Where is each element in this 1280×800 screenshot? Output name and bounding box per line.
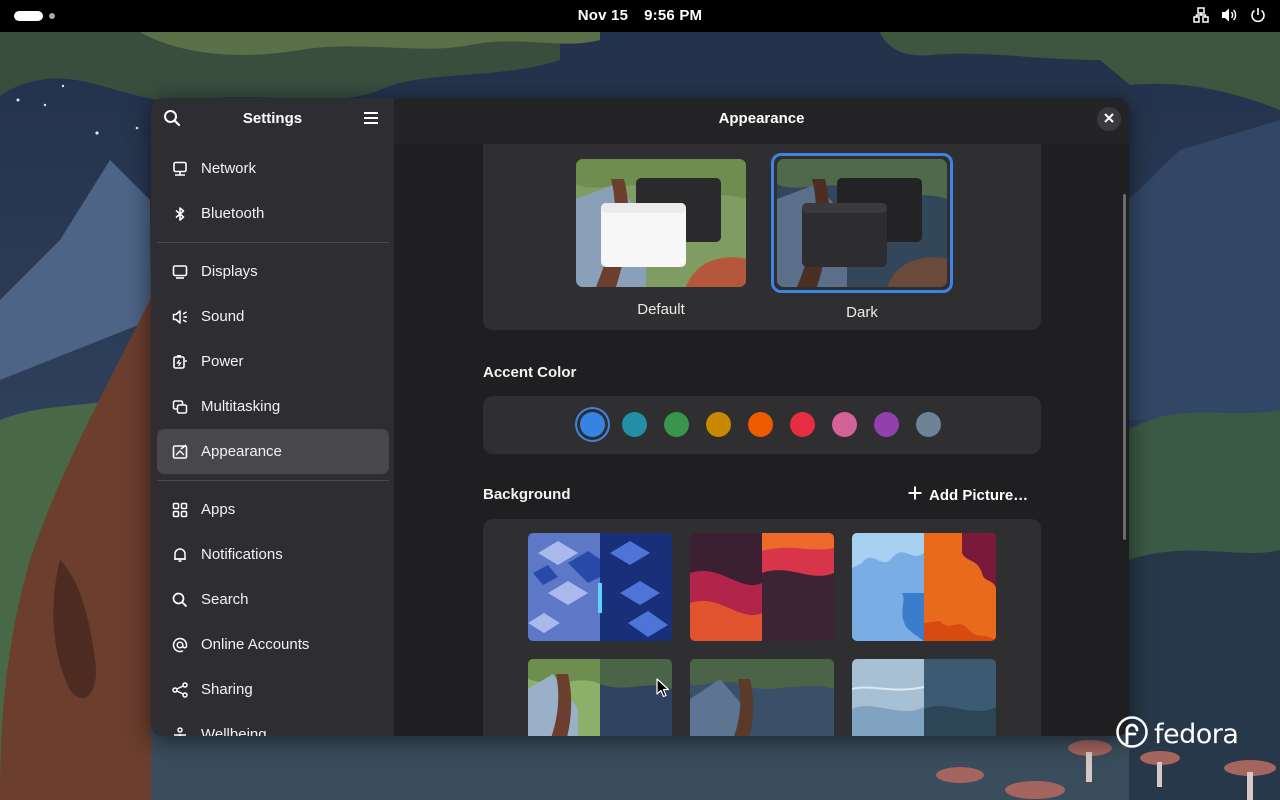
sidebar-list: Network Bluetooth Displays Sound Power M… <box>157 146 389 736</box>
style-option-label: Default <box>637 301 685 318</box>
appearance-scroll-area[interactable]: Default Dark Accent Color Background Add… <box>394 144 1129 736</box>
sidebar-title: Settings <box>242 110 303 127</box>
background-thumbnail[interactable] <box>528 533 672 641</box>
sidebar-item-sound[interactable]: Sound <box>157 294 389 339</box>
accent-swatch-slate[interactable] <box>916 412 941 437</box>
close-icon <box>1104 110 1114 128</box>
sidebar-item-label: Multitasking <box>201 398 281 415</box>
accent-swatch-orange[interactable] <box>748 412 773 437</box>
search-icon <box>172 592 188 608</box>
page-title: Appearance <box>718 110 805 127</box>
settings-window: Settings Network Bluetooth Displays Soun… <box>151 98 1129 736</box>
bluetooth-icon <box>172 206 188 222</box>
sidebar-header: Settings <box>151 98 394 140</box>
fedora-logo: fedora <box>1116 716 1239 753</box>
sidebar-item-label: Power <box>201 353 244 370</box>
clock-date: Nov 15 <box>577 7 629 24</box>
sidebar-item-displays[interactable]: Displays <box>157 249 389 294</box>
sidebar-item-label: Online Accounts <box>201 636 310 653</box>
accent-swatch-green[interactable] <box>664 412 689 437</box>
background-gallery-card <box>483 519 1041 736</box>
accent-color-card <box>483 396 1041 454</box>
sidebar-item-wellbeing[interactable]: Wellbeing <box>157 712 389 736</box>
sidebar-item-label: Network <box>201 160 257 177</box>
background-thumbnail[interactable] <box>528 659 672 736</box>
sidebar-item-search[interactable]: Search <box>157 577 389 622</box>
background-thumbnail[interactable] <box>852 533 996 641</box>
appearance-page: Default Dark Accent Color Background Add… <box>394 98 1129 736</box>
display-icon <box>172 264 188 280</box>
accent-swatch-red[interactable] <box>790 412 815 437</box>
sidebar-item-multitasking[interactable]: Multitasking <box>157 384 389 429</box>
style-dark-preview <box>777 159 947 287</box>
background-heading: Background <box>483 486 571 503</box>
fedora-logo-text: fedora <box>1154 719 1239 750</box>
sidebar-item-label: Displays <box>201 263 258 280</box>
appearance-icon <box>172 443 188 460</box>
apps-grid-icon <box>172 502 188 518</box>
sidebar-item-label: Sharing <box>201 681 253 698</box>
accent-swatch-teal[interactable] <box>622 412 647 437</box>
accent-color-heading: Accent Color <box>483 364 577 381</box>
network-wired-icon <box>1193 7 1209 23</box>
sidebar-item-label: Apps <box>201 501 236 518</box>
sidebar-item-bluetooth[interactable]: Bluetooth <box>157 191 389 236</box>
style-option-default[interactable]: Default <box>576 159 746 318</box>
top-bar: Nov 15 9:56 PM <box>0 0 1280 32</box>
add-picture-button[interactable]: Add Picture… <box>907 485 1028 505</box>
accent-swatch-purple[interactable] <box>874 412 899 437</box>
sidebar-item-label: Search <box>201 591 249 608</box>
sidebar-separator <box>157 242 389 243</box>
wellbeing-icon <box>172 726 188 736</box>
clock[interactable]: Nov 15 9:56 PM <box>0 7 1280 24</box>
sidebar: Settings Network Bluetooth Displays Soun… <box>151 98 394 736</box>
sidebar-item-notifications[interactable]: Notifications <box>157 532 389 577</box>
multitasking-icon <box>172 399 188 415</box>
sidebar-item-appearance[interactable]: Appearance <box>157 429 389 474</box>
battery-icon <box>172 354 188 370</box>
power-icon <box>1250 7 1266 23</box>
mouse-cursor-icon <box>656 678 670 703</box>
accent-swatch-yellow[interactable] <box>706 412 731 437</box>
speaker-icon <box>172 309 188 325</box>
network-icon <box>172 161 188 177</box>
style-dark-preview-frame <box>771 153 953 293</box>
sidebar-separator <box>157 480 389 481</box>
plus-icon <box>907 485 923 505</box>
background-thumbnail[interactable] <box>852 659 996 736</box>
clock-time: 9:56 PM <box>644 7 703 24</box>
style-option-label: Dark <box>846 304 878 321</box>
sidebar-item-label: Bluetooth <box>201 205 265 222</box>
share-icon <box>172 681 188 698</box>
style-default-preview <box>576 159 746 287</box>
sidebar-item-sharing[interactable]: Sharing <box>157 667 389 712</box>
bell-icon <box>172 547 188 563</box>
fedora-logo-icon <box>1116 716 1148 753</box>
background-thumbnail[interactable] <box>690 659 834 736</box>
sidebar-item-label: Wellbeing <box>201 726 267 736</box>
background-thumbnail[interactable] <box>690 533 834 641</box>
add-picture-label: Add Picture… <box>929 486 1029 504</box>
at-sign-icon <box>172 637 188 653</box>
sidebar-item-online-accounts[interactable]: Online Accounts <box>157 622 389 667</box>
sidebar-item-label: Appearance <box>201 443 282 460</box>
sidebar-item-label: Sound <box>201 308 245 325</box>
system-tray[interactable] <box>1193 7 1266 23</box>
accent-swatch-pink[interactable] <box>832 412 857 437</box>
sidebar-item-label: Notifications <box>201 546 283 563</box>
accent-swatch-blue[interactable] <box>580 412 605 437</box>
sidebar-item-network[interactable]: Network <box>157 146 389 191</box>
sidebar-item-power[interactable]: Power <box>157 339 389 384</box>
style-option-dark[interactable]: Dark <box>771 153 953 321</box>
volume-icon <box>1221 7 1238 23</box>
style-selector-card: Default Dark <box>483 144 1041 330</box>
hamburger-menu-icon[interactable] <box>363 110 379 131</box>
sidebar-item-apps[interactable]: Apps <box>157 487 389 532</box>
scrollbar[interactable] <box>1123 194 1126 540</box>
main-header: Appearance <box>394 98 1129 144</box>
close-button[interactable] <box>1097 107 1121 131</box>
